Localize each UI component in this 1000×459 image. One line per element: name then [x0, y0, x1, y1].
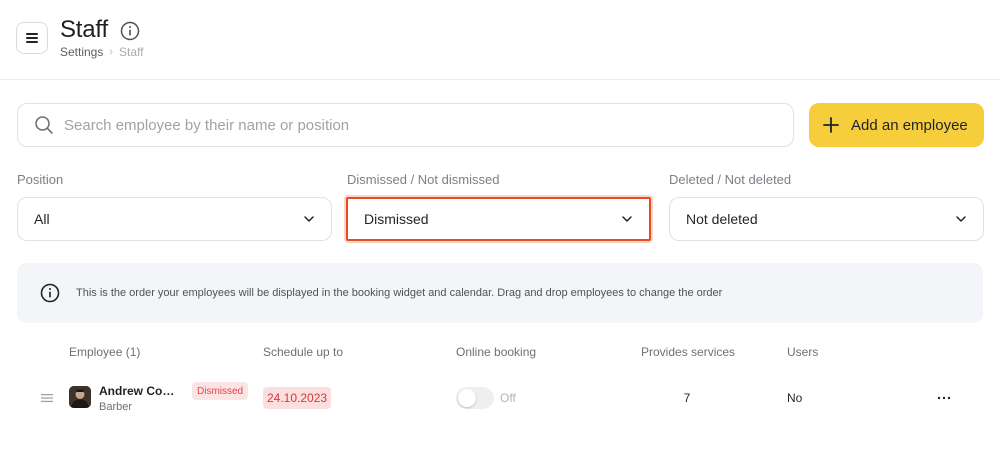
schedule-date-badge: 24.10.2023 [263, 387, 332, 409]
deleted-select-value: Not deleted [686, 211, 758, 227]
avatar-image [69, 386, 91, 408]
status-badge: Dismissed [192, 382, 249, 400]
menu-button[interactable] [16, 22, 48, 54]
services-count: 7 [683, 391, 691, 405]
avatar [69, 386, 91, 408]
online-booking-toggle[interactable] [456, 387, 494, 409]
breadcrumb: Settings › Staff [60, 45, 144, 59]
position-filter-label: Position [17, 172, 64, 187]
toggle-knob [458, 389, 476, 407]
table-row[interactable]: Andrew Comrade Barber Dismissed 24.10.20… [0, 372, 1000, 424]
dismissed-select[interactable]: Dismissed [346, 197, 651, 241]
breadcrumb-item-settings[interactable]: Settings [60, 45, 103, 59]
chevron-down-icon [304, 216, 314, 222]
search-field[interactable] [17, 103, 794, 147]
breadcrumb-item-staff: Staff [119, 45, 144, 59]
hamburger-menu-icon [26, 33, 38, 43]
online-booking-status: Off [500, 391, 516, 405]
deleted-select[interactable]: Not deleted [669, 197, 984, 241]
search-icon [35, 116, 53, 134]
chevron-down-icon [622, 216, 632, 222]
info-banner: This is the order your employees will be… [17, 263, 983, 323]
column-header-online-booking: Online booking [456, 345, 537, 359]
info-text: This is the order your employees will be… [76, 287, 723, 299]
drag-handle-icon[interactable] [40, 393, 54, 403]
position-select-value: All [34, 211, 50, 227]
users-value: No [787, 391, 803, 405]
page-header: Staff Settings › Staff [0, 0, 1000, 80]
add-employee-label: Add an employee [851, 116, 968, 134]
employee-role: Barber [99, 401, 133, 413]
position-select[interactable]: All [17, 197, 332, 241]
deleted-filter-label: Deleted / Not deleted [669, 172, 792, 187]
info-circle-icon[interactable] [120, 21, 140, 41]
employee-name[interactable]: Andrew Comrade [99, 384, 183, 398]
add-employee-button[interactable]: Add an employee [809, 103, 984, 147]
column-header-services: Provides services [641, 345, 736, 359]
column-header-users: Users [787, 345, 819, 359]
chevron-down-icon [956, 216, 966, 222]
dismissed-select-value: Dismissed [364, 211, 429, 227]
column-header-schedule: Schedule up to [263, 345, 344, 359]
more-horizontal-icon[interactable] [936, 391, 952, 405]
plus-icon [823, 117, 839, 133]
breadcrumb-separator: › [109, 46, 114, 58]
info-circle-icon [40, 283, 60, 303]
search-input[interactable] [64, 116, 764, 134]
dismissed-filter-label: Dismissed / Not dismissed [347, 172, 500, 187]
page-title: Staff [60, 16, 108, 43]
column-header-employee: Employee (1) [69, 345, 141, 359]
